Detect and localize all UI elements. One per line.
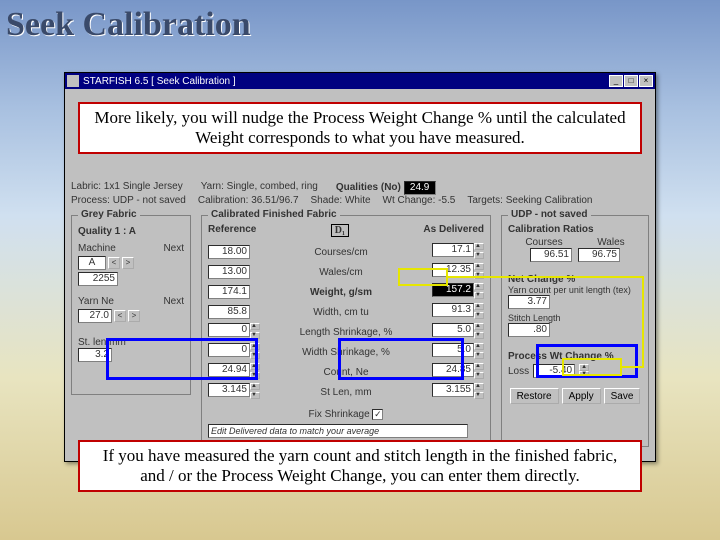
udp-group: UDP - not saved Calibration Ratios Cours… xyxy=(501,215,649,447)
delivered-field[interactable]: 91.3 xyxy=(432,303,474,317)
machine-label: Machine xyxy=(78,243,116,254)
delivered-spinner[interactable]: ▲▼ xyxy=(474,323,484,341)
delivered-field[interactable]: 17.1 xyxy=(432,243,474,257)
ref-field[interactable]: 18.00 xyxy=(208,245,250,259)
drag-icon[interactable]: D₁ xyxy=(331,224,349,237)
maximize-button[interactable]: □ xyxy=(624,75,638,87)
delivered-field[interactable]: 157.2 xyxy=(432,283,474,297)
loss-spinner[interactable]: ▲▼ xyxy=(579,364,589,378)
grey-fabric-group: Grey Fabric Quality 1 : A Machine Next A… xyxy=(71,215,191,395)
callout-bottom: If you have measured the yarn count and … xyxy=(78,440,642,492)
ref-spinner[interactable]: ▲▼ xyxy=(250,363,260,381)
wales-field[interactable]: 96.75 xyxy=(578,248,620,262)
row-label: Count, Ne xyxy=(260,367,432,378)
loss-field[interactable]: -5.40 xyxy=(533,364,575,378)
wtchange-label: Wt Change: -5.5 xyxy=(383,195,456,206)
row-label: Courses/cm xyxy=(250,247,432,258)
window-title: STARFISH 6.5 [ Seek Calibration ] xyxy=(83,76,236,87)
fix-shrinkage-label: Fix Shrinkage xyxy=(309,409,370,420)
minimize-button[interactable]: _ xyxy=(609,75,623,87)
ref-spinner[interactable]: ▲▼ xyxy=(250,323,260,341)
yarn-net-field[interactable]: 3.77 xyxy=(508,295,550,309)
ref-field[interactable]: 0 xyxy=(208,323,250,337)
grey-title: Grey Fabric xyxy=(78,209,140,220)
calib-ratios-label: Calibration Ratios xyxy=(508,224,642,235)
row-label: St Len, mm xyxy=(260,387,432,398)
shade-label: Shade: White xyxy=(311,195,371,206)
gauge-field[interactable]: 2255 xyxy=(78,272,118,286)
yarn-net-label: Yarn count per unit length (tex) xyxy=(508,285,642,295)
udp-title: UDP - not saved xyxy=(508,209,591,220)
finished-fabric-group: Calibrated Finished Fabric Reference D₁ … xyxy=(201,215,491,447)
ref-field[interactable]: 3.145 xyxy=(208,383,250,397)
close-button[interactable]: × xyxy=(639,75,653,87)
delivered-spinner[interactable]: ▲▼ xyxy=(474,383,484,401)
quality-label: Quality 1 : A xyxy=(78,226,184,237)
stlen-label: St. len mm xyxy=(78,337,126,348)
proc-wt-label: Process Wt Change % xyxy=(508,351,642,362)
titlebar: STARFISH 6.5 [ Seek Calibration ] _ □ × xyxy=(65,73,655,89)
delivered-spinner[interactable]: ▲▼ xyxy=(474,243,484,261)
arrow-v1 xyxy=(642,276,644,368)
process-label: Process: UDP - not saved xyxy=(71,195,186,206)
delivered-spinner[interactable]: ▲▼ xyxy=(474,283,484,301)
stlen-field[interactable]: 3.2 xyxy=(78,348,112,362)
qualities-label: Qualities (No) 24.9 xyxy=(336,181,436,195)
loss-label: Loss xyxy=(508,366,529,377)
center-title: Calibrated Finished Fabric xyxy=(208,209,340,220)
row-label: Width, cm tu xyxy=(250,307,432,318)
delivered-field[interactable]: 3.155 xyxy=(432,383,474,397)
delivered-spinner[interactable]: ▲▼ xyxy=(474,363,484,381)
delivered-header: As Delivered xyxy=(423,224,484,237)
yarn-field[interactable]: 27.0 xyxy=(78,309,112,323)
apply-button[interactable]: Apply xyxy=(562,388,601,404)
arrow-h1 xyxy=(448,276,644,278)
yarn-next-button[interactable]: > xyxy=(128,310,140,322)
calibration-label: Calibration: 36.51/96.7 xyxy=(198,195,299,206)
yarn-label: Yarn: Single, combed, ring xyxy=(201,181,318,195)
courses-label: Courses xyxy=(525,237,562,248)
machine-field[interactable]: A xyxy=(78,256,106,270)
ref-field[interactable]: 174.1 xyxy=(208,285,250,299)
ref-field[interactable]: 85.8 xyxy=(208,305,250,319)
delivered-spinner[interactable]: ▲▼ xyxy=(474,343,484,361)
wales-label: Wales xyxy=(597,237,624,248)
callout-top: More likely, you will nudge the Process … xyxy=(78,102,642,154)
fix-shrinkage-checkbox[interactable]: ✓ xyxy=(372,409,383,420)
row-label: Width Shrinkage, % xyxy=(260,347,432,358)
ref-field[interactable]: 24.94 xyxy=(208,363,250,377)
slide-title: Seek Calibration xyxy=(0,0,720,48)
ref-spinner[interactable]: ▲▼ xyxy=(250,343,260,361)
delivered-field[interactable]: 12.35 xyxy=(432,263,474,277)
delivered-field[interactable]: 5.0 xyxy=(432,323,474,337)
ref-field[interactable]: 0 xyxy=(208,343,250,357)
edit-note-field[interactable]: Edit Delivered data to match your averag… xyxy=(208,424,468,438)
ref-field[interactable]: 13.00 xyxy=(208,265,250,279)
labric-label: Labric: 1x1 Single Jersey xyxy=(71,181,183,195)
stitch-net-field[interactable]: .80 xyxy=(508,323,550,337)
delivered-field[interactable]: 5.0 xyxy=(432,343,474,357)
row-label: Wales/cm xyxy=(250,267,432,278)
arrow-h2 xyxy=(622,366,644,368)
reference-header: Reference xyxy=(208,224,256,237)
row-label: Length Shrinkage, % xyxy=(260,327,432,338)
next-button[interactable]: > xyxy=(122,257,134,269)
ref-spinner[interactable]: ▲▼ xyxy=(250,383,260,401)
yarn-prev-button[interactable]: < xyxy=(114,310,126,322)
restore-button[interactable]: Restore xyxy=(510,388,559,404)
delivered-field[interactable]: 24.85 xyxy=(432,363,474,377)
app-icon xyxy=(67,75,79,87)
targets-label: Targets: Seeking Calibration xyxy=(467,195,592,206)
yarnnc-label: Yarn Ne xyxy=(78,296,114,307)
delivered-spinner[interactable]: ▲▼ xyxy=(474,263,484,281)
courses-field[interactable]: 96.51 xyxy=(530,248,572,262)
stitch-net-label: Stitch Length xyxy=(508,313,642,323)
row-label: Weight, g/sm xyxy=(250,287,432,298)
save-button[interactable]: Save xyxy=(604,388,641,404)
delivered-spinner[interactable]: ▲▼ xyxy=(474,303,484,321)
prev-button[interactable]: < xyxy=(108,257,120,269)
qualities-field[interactable]: 24.9 xyxy=(404,181,436,195)
